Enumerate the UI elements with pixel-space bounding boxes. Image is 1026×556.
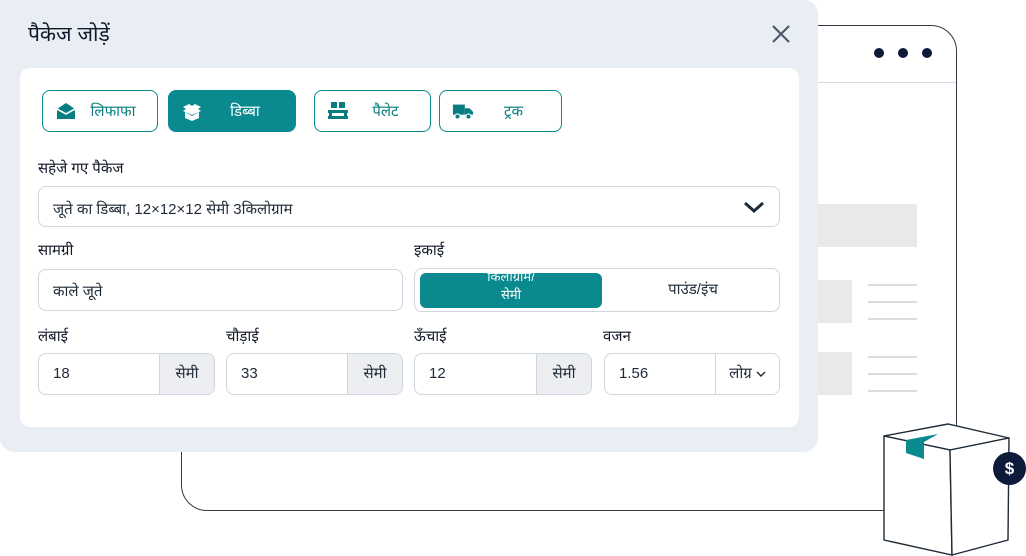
height-unit: सेमी (536, 354, 591, 394)
saved-packages-value: जूते का डिब्बा, 12×12×12 सेमी 3किलोग्राम (53, 201, 293, 218)
placeholder-block (818, 204, 917, 247)
dollar-badge-icon: $ (993, 452, 1026, 485)
window-dots-icon (874, 48, 932, 58)
package-form-card: लिफाफा डिब्बा पैलेट ट्रक सहेजे गए पैकेज … (20, 68, 799, 427)
length-value: 18 (53, 365, 70, 382)
placeholder-line (868, 284, 917, 286)
weight-value: 1.56 (619, 365, 649, 382)
chevron-down-icon (744, 201, 764, 214)
saved-packages-label: सहेजे गए पैकेज (38, 160, 124, 177)
chevron-down-icon (756, 371, 766, 378)
type-box-button[interactable]: डिब्बा (168, 90, 296, 132)
weight-input[interactable]: 1.56 लोग्र (604, 353, 780, 395)
placeholder-block (818, 280, 852, 323)
height-input[interactable]: 12 सेमी (414, 353, 592, 395)
saved-packages-select[interactable]: जूते का डिब्बा, 12×12×12 सेमी 3किलोग्राम (38, 186, 780, 227)
width-value: 33 (241, 365, 258, 382)
type-box-label: डिब्बा (230, 103, 260, 120)
unit-segmented-control: किलोग्राम/सेमी पाउंड/इंच (414, 268, 780, 312)
package-box-illustration (883, 423, 1010, 556)
content-input[interactable]: काले जूते (38, 269, 403, 311)
weight-label: वजन (603, 328, 631, 345)
type-pallet-label: पैलेट (372, 103, 399, 120)
type-envelope-label: लिफाफा (90, 103, 136, 120)
weight-unit-label: लोग्र (729, 365, 752, 382)
width-label: चौड़ाई (226, 328, 259, 345)
unit-metric-label: किलोग्राम/सेमी (487, 273, 535, 302)
unit-label: इकाई (414, 242, 445, 259)
length-unit: सेमी (159, 354, 214, 394)
placeholder-line (868, 301, 917, 303)
content-label: सामग्री (38, 242, 74, 259)
placeholder-line (868, 356, 917, 358)
close-icon[interactable] (766, 19, 796, 49)
length-input[interactable]: 18 सेमी (38, 353, 215, 395)
placeholder-line (868, 373, 917, 375)
dialog-title: पैकेज जोड़ें (28, 23, 110, 46)
add-package-dialog: पैकेज जोड़ें लिफाफा डिब्बा पैलेट ट्रक सह… (0, 0, 818, 452)
height-value: 12 (429, 365, 446, 382)
placeholder-block (818, 352, 852, 395)
type-truck-button[interactable]: ट्रक (439, 90, 562, 132)
placeholder-line (868, 318, 917, 320)
unit-metric-option[interactable]: किलोग्राम/सेमी (420, 273, 602, 308)
width-input[interactable]: 33 सेमी (226, 353, 403, 395)
type-envelope-button[interactable]: लिफाफा (42, 90, 158, 132)
unit-imperial-option[interactable]: पाउंड/इंच (605, 269, 781, 311)
type-pallet-button[interactable]: पैलेट (314, 90, 431, 132)
width-unit: सेमी (347, 354, 402, 394)
weight-unit-dropdown[interactable]: लोग्र (715, 354, 779, 394)
type-truck-label: ट्रक (503, 103, 524, 120)
placeholder-line (868, 390, 917, 392)
height-label: ऊँचाई (414, 328, 447, 345)
length-label: लंबाई (38, 328, 68, 345)
